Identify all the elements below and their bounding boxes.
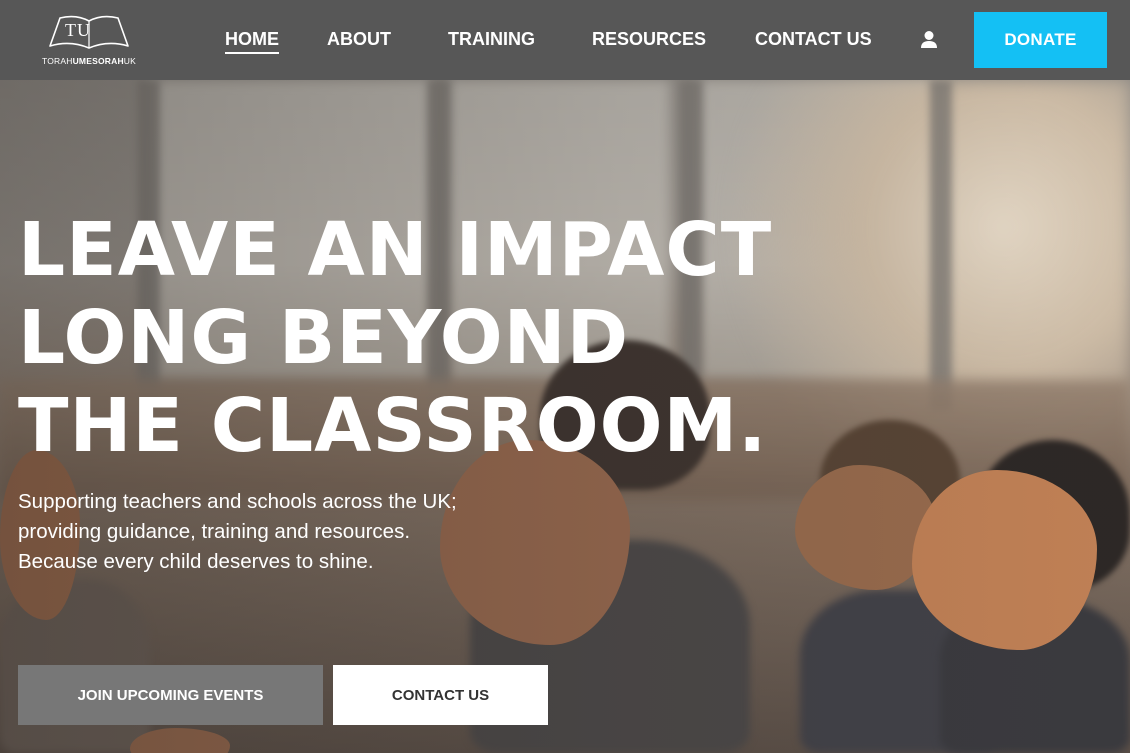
- join-upcoming-events-button[interactable]: JOIN UPCOMING EVENTS: [18, 665, 323, 725]
- site-header: TU TORAHUMESORAHUK HOME ABOUT TRAINING R…: [0, 0, 1130, 80]
- hero-subtext: Supporting teachers and schools across t…: [18, 487, 538, 577]
- main-nav: HOME ABOUT TRAINING RESOURCES CONTACT US: [0, 0, 1130, 80]
- headline-line: LEAVE AN IMPACT: [18, 207, 773, 293]
- nav-contact-us[interactable]: CONTACT US: [755, 28, 872, 50]
- nav-about[interactable]: ABOUT: [327, 28, 391, 50]
- headline-line: THE CLASSROOM.: [18, 383, 768, 469]
- nav-resources[interactable]: RESOURCES: [592, 28, 706, 50]
- contact-us-button[interactable]: CONTACT US: [333, 665, 548, 725]
- user-icon[interactable]: [918, 29, 940, 51]
- subtext-line: Supporting teachers and schools across t…: [18, 490, 457, 513]
- subtext-line: providing guidance, training and resourc…: [18, 520, 411, 543]
- nav-home[interactable]: HOME: [225, 28, 279, 54]
- headline-line: LONG BEYOND: [18, 295, 630, 381]
- subtext-line: Because every child deserves to shine.: [18, 550, 374, 573]
- nav-training[interactable]: TRAINING: [448, 28, 535, 50]
- donate-button[interactable]: DONATE: [974, 12, 1107, 68]
- hero-headline: LEAVE AN IMPACT LONG BEYOND THE CLASSROO…: [18, 206, 778, 470]
